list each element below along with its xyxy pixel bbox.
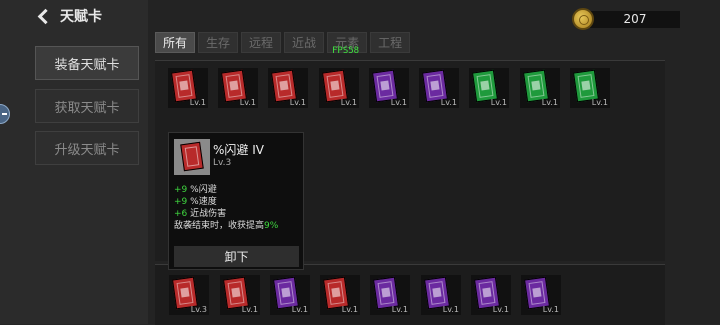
talent-card-slot[interactable]: Lv.1: [419, 68, 459, 108]
equipped-cards-panel: Lv.3 Lv.1 Lv.1 Lv.1 Lv.1 Lv.1 Lv.1 Lv.1: [155, 264, 665, 325]
card-level: Lv.1: [440, 98, 457, 107]
unequip-button[interactable]: 卸下: [174, 246, 299, 267]
talent-card-slot[interactable]: Lv.1: [268, 68, 308, 108]
card-level: Lv.1: [391, 305, 408, 314]
card-level: Lv.1: [591, 98, 608, 107]
talent-card-slot[interactable]: Lv.1: [319, 68, 359, 108]
category-tabs: 所有 生存 远程 近战 元素 工程: [155, 32, 411, 53]
talent-card-slot[interactable]: Lv.1: [570, 68, 610, 108]
talent-card-slot[interactable]: Lv.1: [469, 68, 509, 108]
card-level: Lv.1: [189, 98, 206, 107]
equipped-card-slot[interactable]: Lv.1: [471, 275, 511, 315]
equipped-card-slot[interactable]: Lv.1: [220, 275, 260, 315]
gold-coin-icon: [572, 8, 594, 30]
card-level: Lv.1: [542, 305, 559, 314]
currency-display: 207: [572, 8, 680, 30]
card-level: Lv.3: [190, 305, 207, 314]
card-level: Lv.1: [239, 98, 256, 107]
card-level: Lv.1: [340, 98, 357, 107]
equipped-card-slot[interactable]: Lv.1: [320, 275, 360, 315]
sidebar-item-equip[interactable]: 装备天赋卡: [35, 46, 139, 80]
card-level: Lv.1: [492, 305, 509, 314]
equipped-card-slot[interactable]: Lv.1: [270, 275, 310, 315]
card-level: Lv.1: [291, 305, 308, 314]
tab-ranged[interactable]: 远程: [241, 32, 282, 53]
sidebar-item-upgrade[interactable]: 升级天赋卡: [35, 131, 139, 165]
talent-card-icon: [180, 141, 204, 172]
talent-card-slot[interactable]: Lv.1: [218, 68, 258, 108]
currency-amount: 207: [590, 10, 680, 28]
card-level: Lv.1: [490, 98, 507, 107]
tab-engineering[interactable]: 工程: [370, 32, 411, 53]
talent-card-slot[interactable]: Lv.1: [520, 68, 560, 108]
card-detail-popup: %闪避 IV Lv.3 +9 %闪避 +9 %速度 +6 近战伤害 敌袭结束时，…: [168, 132, 304, 270]
back-button[interactable]: 天赋卡: [37, 6, 102, 26]
card-level: Lv.1: [442, 305, 459, 314]
card-level: Lv.1: [390, 98, 407, 107]
card-level: Lv.1: [341, 305, 358, 314]
card-level: Lv.3: [213, 158, 232, 168]
page-title: 天赋卡: [60, 9, 102, 25]
card-preview: [174, 139, 210, 175]
equipped-card-slot[interactable]: Lv.1: [521, 275, 561, 315]
card-level: Lv.1: [241, 305, 258, 314]
sidebar: 天赋卡 装备天赋卡 获取天赋卡 升级天赋卡: [0, 0, 148, 324]
card-title: %闪避 IV: [213, 143, 264, 157]
sidebar-item-obtain[interactable]: 获取天赋卡: [35, 89, 139, 123]
equipped-card-slot[interactable]: Lv.1: [370, 275, 410, 315]
description-text: 敌袭结束时，收获提高: [174, 221, 265, 231]
chevron-left-icon: [37, 8, 54, 25]
card-level: Lv.1: [289, 98, 306, 107]
fps-counter: FPS58: [332, 46, 360, 56]
tab-all[interactable]: 所有: [155, 32, 196, 53]
talent-card-slot[interactable]: Lv.1: [369, 68, 409, 108]
card-level: Lv.1: [541, 98, 558, 107]
talent-card-slot[interactable]: Lv.1: [168, 68, 208, 108]
tab-survival[interactable]: 生存: [198, 32, 239, 53]
card-description: 敌袭结束时，收获提高9%: [174, 218, 278, 231]
equipped-card-slot[interactable]: Lv.3: [169, 275, 209, 315]
description-value: 9%: [264, 221, 279, 231]
tab-melee[interactable]: 近战: [284, 32, 325, 53]
equipped-card-slot[interactable]: Lv.1: [421, 275, 461, 315]
